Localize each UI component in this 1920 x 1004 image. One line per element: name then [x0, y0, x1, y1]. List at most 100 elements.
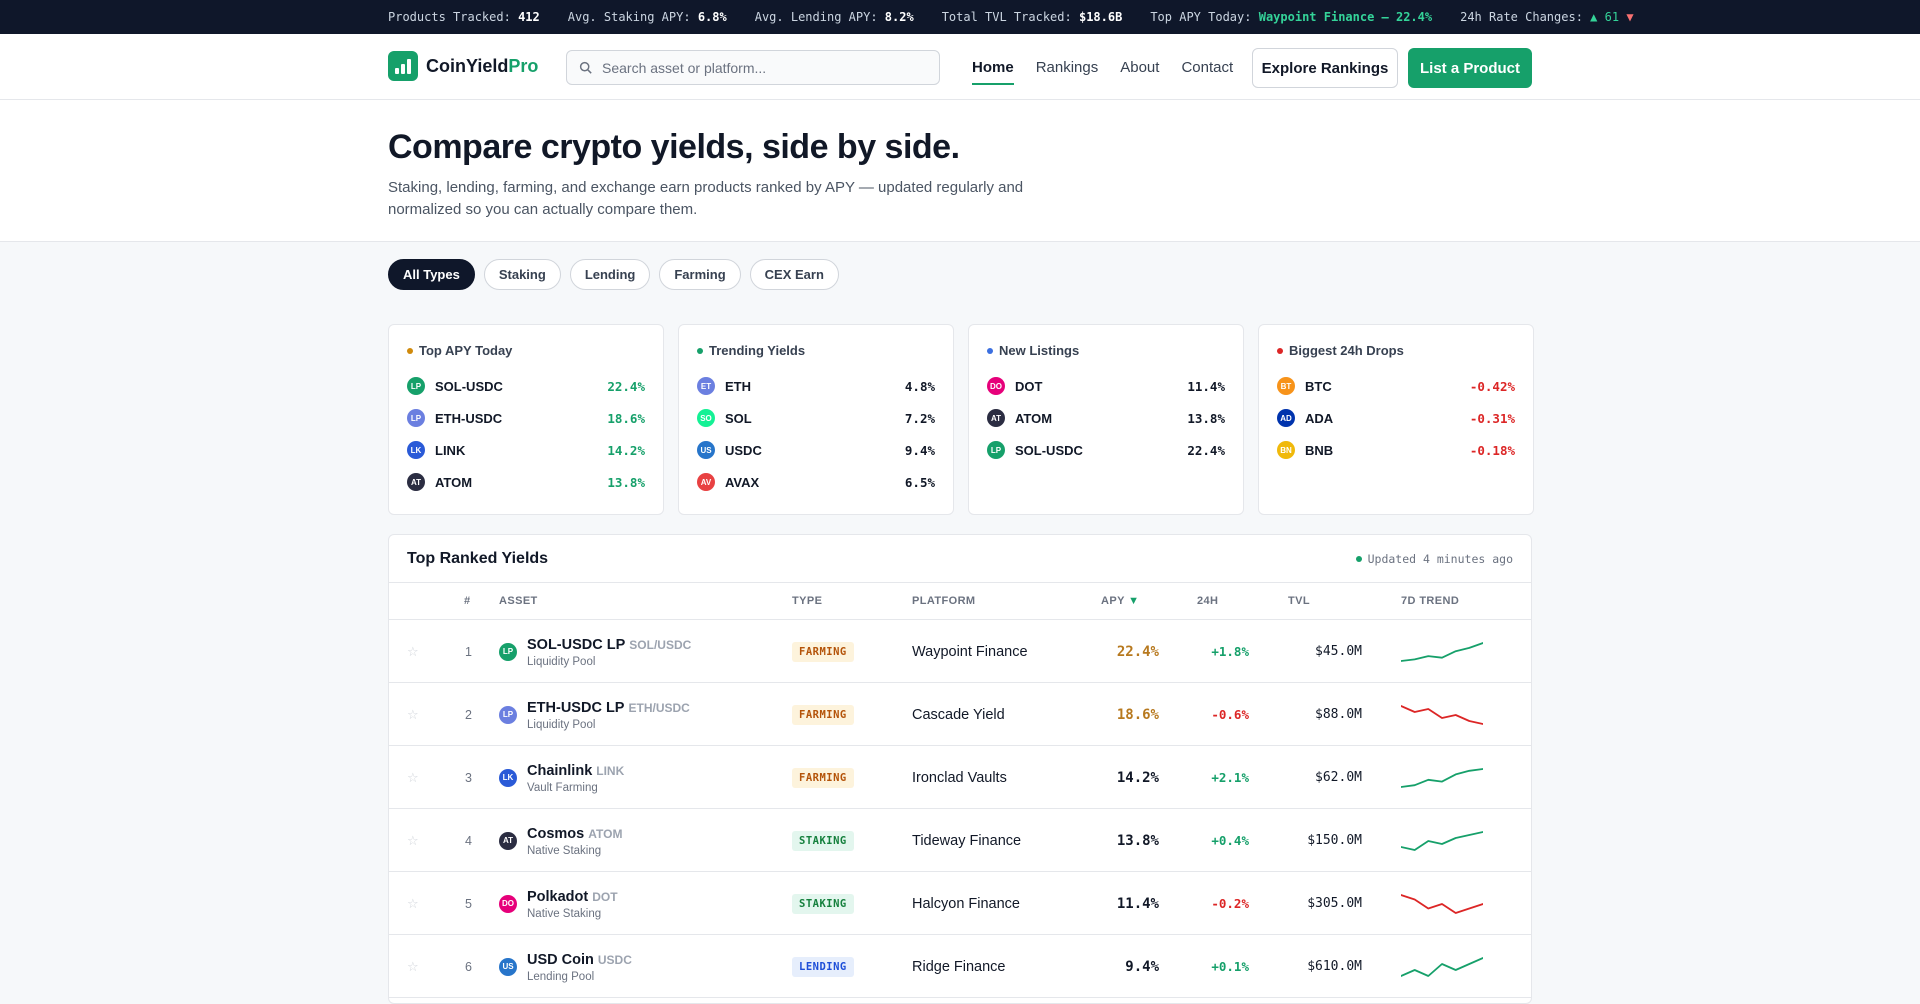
- logo[interactable]: CoinYieldPro: [388, 51, 538, 81]
- col-rank[interactable]: #: [464, 595, 471, 607]
- card-row[interactable]: AV AVAX 6.5%: [697, 466, 935, 498]
- platform-name[interactable]: Waypoint Finance: [912, 620, 1028, 683]
- card-title: Top APY Today: [407, 343, 645, 358]
- asset-name[interactable]: Chainlink: [527, 763, 592, 779]
- card-row-name: ATOM: [1015, 410, 1053, 426]
- table-row[interactable]: ☆ 2 LP ETH-USDC LP ETH/USDC Liquidity Poo…: [389, 683, 1531, 746]
- nav-rankings[interactable]: Rankings: [1036, 36, 1099, 99]
- nav-contact[interactable]: Contact: [1181, 36, 1233, 99]
- card-title: Biggest 24h Drops: [1277, 343, 1515, 358]
- card-title: Trending Yields: [697, 343, 935, 358]
- card-row[interactable]: SO SOL 7.2%: [697, 402, 935, 434]
- coin-icon: LP: [987, 441, 1005, 459]
- card-row[interactable]: LK LINK 14.2%: [407, 434, 645, 466]
- rank: 5: [465, 896, 472, 911]
- table-body: ☆ 1 LP SOL-USDC LP SOL/USDC Liquidity Poo…: [389, 620, 1531, 998]
- list-product-button[interactable]: List a Product: [1408, 48, 1532, 88]
- ticker-item: Top APY Today: Waypoint Finance — 22.4%: [1150, 10, 1433, 24]
- trend-sparkline: [1401, 767, 1483, 788]
- coin-icon: LP: [407, 377, 425, 395]
- filter-all-types[interactable]: All Types: [388, 259, 475, 290]
- asset-name[interactable]: SOL-USDC LP: [527, 637, 625, 653]
- table-header: Top Ranked Yields Updated 4 minutes ago: [389, 535, 1531, 583]
- asset-subtype: Native Staking: [527, 844, 602, 857]
- search-input[interactable]: [602, 59, 922, 76]
- card-row[interactable]: BT BTC -0.42%: [1277, 370, 1515, 402]
- coin-icon: AT: [987, 409, 1005, 427]
- card-row[interactable]: DO DOT 11.4%: [987, 370, 1225, 402]
- card-row-name: ADA: [1305, 410, 1334, 426]
- card-row-value: 6.5%: [904, 474, 935, 490]
- asset-symbol: LINK: [596, 763, 625, 778]
- table-row[interactable]: ☆ 3 LK Chainlink LINK Vault Farming FARMI…: [389, 746, 1531, 809]
- explore-rankings-button[interactable]: Explore Rankings: [1252, 48, 1398, 88]
- table-row[interactable]: ☆ 5 DO Polkadot DOT Native Staking STAKIN…: [389, 872, 1531, 935]
- card-row-name: USDC: [725, 442, 762, 458]
- table-row[interactable]: ☆ 6 US USD Coin USDC Lending Pool LENDING…: [389, 935, 1531, 998]
- col-platform[interactable]: PLATFORM: [912, 595, 976, 607]
- platform-name[interactable]: Cascade Yield: [912, 683, 1005, 746]
- asset-name[interactable]: Cosmos: [527, 826, 584, 842]
- change-24h: -0.6%: [1211, 707, 1249, 722]
- card-row[interactable]: LP ETH-USDC 18.6%: [407, 402, 645, 434]
- platform-name[interactable]: Tideway Finance: [912, 809, 1021, 872]
- change-24h: +0.4%: [1211, 833, 1249, 848]
- table-title: Top Ranked Yields: [407, 549, 549, 567]
- table-row[interactable]: ☆ 4 AT Cosmos ATOM Native Staking STAKING…: [389, 809, 1531, 872]
- asset-name[interactable]: Polkadot: [527, 889, 588, 905]
- hero: Compare crypto yields, side by side. Sta…: [0, 100, 1920, 242]
- filter-cex-earn[interactable]: CEX Earn: [749, 259, 839, 290]
- platform-name[interactable]: Halcyon Finance: [912, 872, 1020, 935]
- ticker-item: Products Tracked: 412: [388, 10, 540, 24]
- platform-name[interactable]: Ironclad Vaults: [912, 746, 1007, 809]
- asset-name[interactable]: ETH-USDC LP: [527, 700, 624, 716]
- card-dot: [987, 347, 993, 354]
- card-row[interactable]: LP SOL-USDC 22.4%: [407, 370, 645, 402]
- card-row[interactable]: AD ADA -0.31%: [1277, 402, 1515, 434]
- filter-staking[interactable]: Staking: [483, 259, 561, 290]
- star-icon[interactable]: ☆: [407, 833, 419, 849]
- col-tvl[interactable]: TVL: [1288, 595, 1310, 607]
- coin-icon: AT: [407, 473, 425, 491]
- summary-card: New Listings DO DOT 11.4% AT ATOM 13.8% …: [968, 324, 1244, 515]
- card-row-name: ETH-USDC: [435, 410, 503, 426]
- tvl-value: $88.0M: [1315, 707, 1362, 722]
- nav-about[interactable]: About: [1120, 36, 1159, 99]
- search-icon: [579, 61, 592, 74]
- col-type[interactable]: TYPE: [792, 595, 822, 607]
- star-icon[interactable]: ☆: [407, 644, 419, 660]
- col-asset[interactable]: ASSET: [499, 595, 538, 607]
- filter-farming[interactable]: Farming: [659, 259, 741, 290]
- asset-symbol: ETH/USDC: [628, 700, 690, 715]
- star-icon[interactable]: ☆: [407, 896, 419, 912]
- coin-icon: LK: [407, 441, 425, 459]
- asset-name[interactable]: USD Coin: [527, 952, 594, 968]
- coin-icon: BT: [1277, 377, 1295, 395]
- filter-lending[interactable]: Lending: [569, 259, 651, 290]
- card-row[interactable]: AT ATOM 13.8%: [407, 466, 645, 498]
- star-icon[interactable]: ☆: [407, 707, 419, 723]
- column-headers: # ASSET TYPE PLATFORM APY ▼ 24H TVL 7D T…: [389, 583, 1531, 620]
- card-row[interactable]: ET ETH 4.8%: [697, 370, 935, 402]
- nav-home[interactable]: Home: [972, 36, 1014, 99]
- status-dot: [1355, 555, 1362, 562]
- col-apy[interactable]: APY ▼: [1101, 595, 1139, 607]
- card-row[interactable]: US USDC 9.4%: [697, 434, 935, 466]
- summary-cards: Top APY Today LP SOL-USDC 22.4% LP ETH-U…: [388, 324, 1534, 515]
- card-row[interactable]: LP SOL-USDC 22.4%: [987, 434, 1225, 466]
- star-icon[interactable]: ☆: [407, 959, 419, 975]
- card-row[interactable]: BN BNB -0.18%: [1277, 434, 1515, 466]
- main-menu: Home Rankings About Contact: [972, 34, 1233, 100]
- col-24h[interactable]: 24H: [1197, 595, 1218, 607]
- search-box[interactable]: [566, 50, 940, 85]
- table-row[interactable]: ☆ 1 LP SOL-USDC LP SOL/USDC Liquidity Poo…: [389, 620, 1531, 683]
- col-7d-trend[interactable]: 7D TREND: [1401, 595, 1459, 607]
- type-badge: FARMING: [792, 641, 854, 662]
- apy-value: 14.2%: [1116, 769, 1159, 786]
- card-row[interactable]: AT ATOM 13.8%: [987, 402, 1225, 434]
- star-icon[interactable]: ☆: [407, 770, 419, 786]
- card-dot: [1277, 347, 1283, 354]
- platform-name[interactable]: Ridge Finance: [912, 935, 1006, 998]
- trend-sparkline: [1401, 830, 1483, 851]
- apy-value: 13.8%: [1116, 832, 1159, 849]
